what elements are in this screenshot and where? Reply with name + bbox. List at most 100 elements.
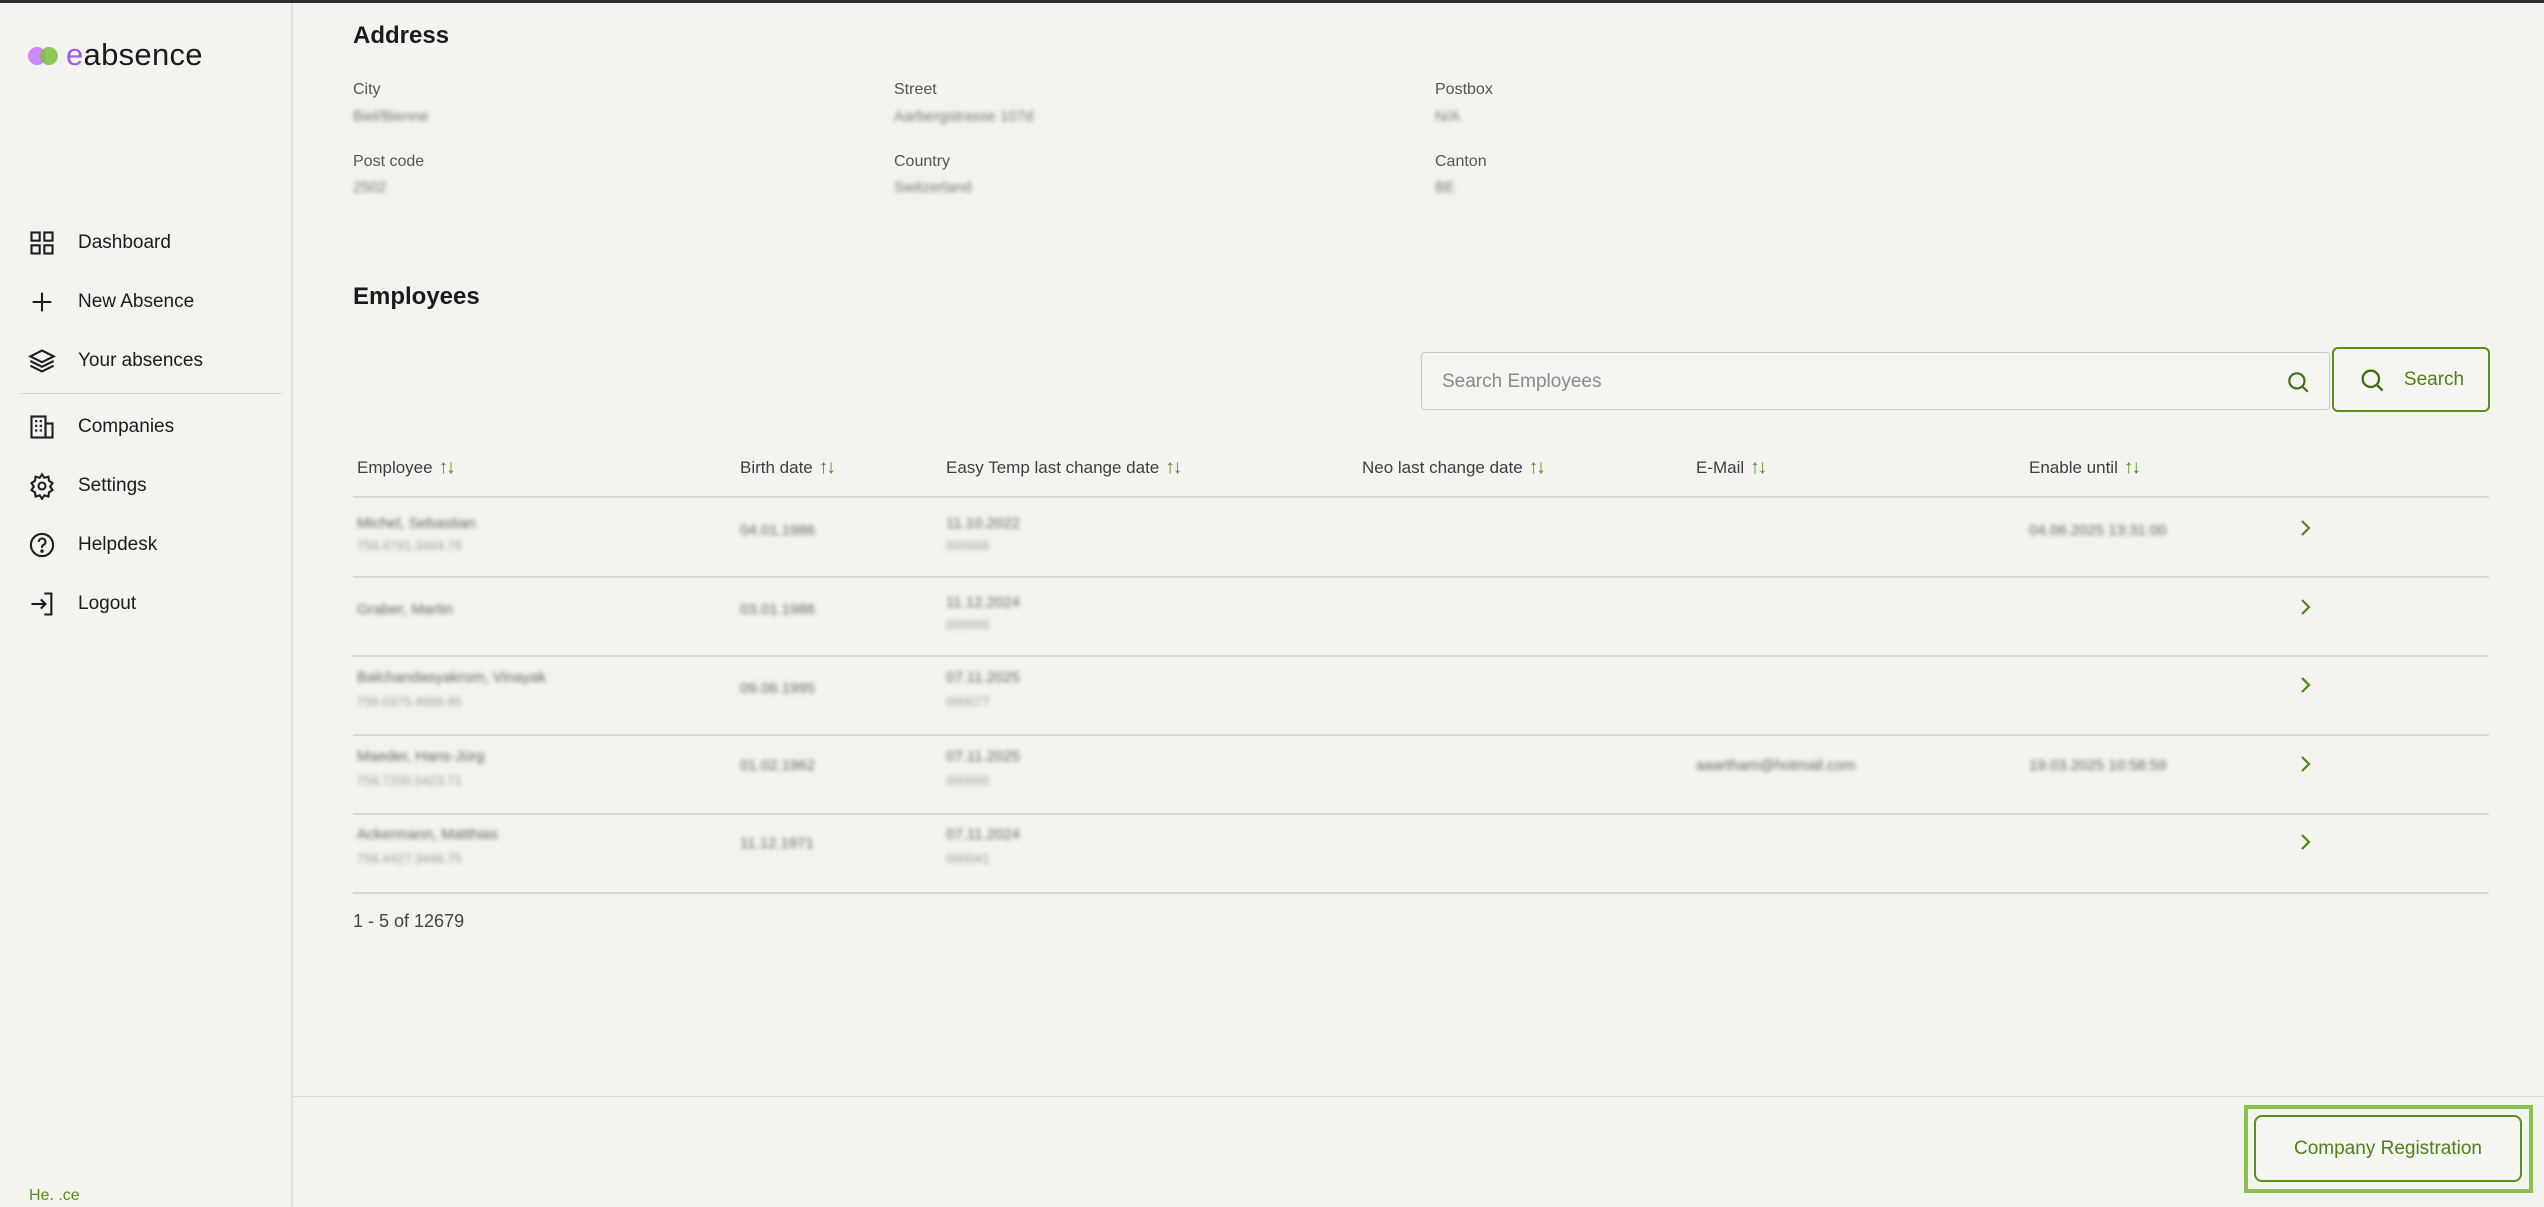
chevron-right-icon[interactable] <box>2293 673 2317 697</box>
city-value: Biel/Bienne <box>353 108 429 125</box>
sidebar-item-label: Your absences <box>78 349 204 371</box>
pagination-summary: 1 - 5 of 12679 <box>353 911 465 931</box>
employee-name: Maeder, Hans-Jürg <box>357 748 485 765</box>
city-label: City <box>353 81 381 98</box>
sidebar: eabsence Dashboard New Absence Your abse… <box>0 3 293 1207</box>
street-label: Street <box>894 81 937 98</box>
easytemp-date: 07.11.2025 <box>946 669 1020 686</box>
footer-divider <box>293 1096 2544 1097</box>
employee-ssn: 756.7200.0423.71 <box>357 773 462 788</box>
employee-name: Michel, Sebastian <box>357 515 476 532</box>
search-button-label: Search <box>2403 368 2465 390</box>
search-icon[interactable] <box>2285 369 2311 395</box>
easytemp-date: 07.11.2024 <box>946 826 1020 843</box>
sidebar-item-label: Settings <box>78 474 147 496</box>
birth-date: 09.06.1995 <box>740 680 816 697</box>
sort-arrows-icon[interactable]: ↑↓ <box>439 457 456 479</box>
sort-arrows-icon[interactable]: ↑↓ <box>1529 457 1546 479</box>
help-circle-icon <box>29 532 55 557</box>
sidebar-item-label: Logout <box>78 592 137 614</box>
building-icon <box>30 414 54 439</box>
sort-arrows-icon[interactable]: ↑↓ <box>1750 457 1767 479</box>
search-button[interactable]: Search <box>2332 347 2490 412</box>
column-header-birth-date[interactable]: Birth date ↑↓ <box>740 457 836 479</box>
logout-icon <box>31 591 53 616</box>
chevron-right-icon[interactable] <box>2293 595 2317 619</box>
sort-arrows-icon[interactable]: ↑↓ <box>2124 457 2141 479</box>
easytemp-id: 000041 <box>946 851 990 866</box>
employee-name: Balchandasyakrom, Vinayak <box>357 669 546 686</box>
easytemp-id: 000000 <box>946 538 990 553</box>
logo-mark-icon <box>28 44 60 66</box>
sidebar-divider <box>20 393 283 394</box>
column-header-employee[interactable]: Employee ↑↓ <box>357 457 456 479</box>
column-header-neo-date[interactable]: Neo last change date ↑↓ <box>1362 457 1546 479</box>
table-row[interactable]: Ackermann, Matthias 756.4427.3446.75 11.… <box>353 814 2489 894</box>
table-row[interactable]: Balchandasyakrom, Vinayak 756.0375.4666.… <box>353 656 2489 736</box>
easytemp-date: 11.12.2024 <box>946 594 1020 611</box>
main-content: Address City Biel/Bienne Street Aarbergs… <box>293 3 2544 1207</box>
search-icon <box>2361 369 2384 391</box>
sort-arrows-icon[interactable]: ↑↓ <box>819 457 836 479</box>
employee-email: aaartham@hotmail.com <box>1696 757 1856 774</box>
sidebar-item-label: Dashboard <box>78 231 171 253</box>
sidebar-item-helpdesk[interactable]: Helpdesk <box>0 515 293 574</box>
country-label: Country <box>894 153 951 170</box>
plus-icon <box>32 292 52 311</box>
postcode-value: 2502 <box>353 179 387 196</box>
canton-value: BE <box>1435 179 1456 196</box>
birth-date: 01.02.1962 <box>740 757 816 774</box>
layers-icon <box>28 348 56 373</box>
sidebar-item-label: New Absence <box>78 290 195 312</box>
sidebar-item-label: Companies <box>78 415 175 437</box>
column-header-enable-until[interactable]: Enable until ↑↓ <box>2029 457 2141 479</box>
employee-search-field <box>1421 352 2330 411</box>
employees-section-title: Employees <box>353 283 480 310</box>
canton-label: Canton <box>1435 153 1487 170</box>
table-row[interactable]: Michel, Sebastian 756.4791.3444.79 04.01… <box>353 498 2489 578</box>
sidebar-item-your-absences[interactable]: Your absences <box>0 331 293 390</box>
company-registration-button[interactable]: Company Registration <box>2254 1115 2522 1182</box>
street-value: Aarbergstrasse 107d <box>894 108 1034 125</box>
sidebar-item-logout[interactable]: Logout <box>0 574 293 633</box>
employee-ssn: 756.4427.3446.75 <box>357 851 462 866</box>
dashboard-grid-icon <box>30 230 54 255</box>
employee-name: Ackermann, Matthias <box>357 826 498 843</box>
table-row[interactable]: Graber, Martin 03.01.1986 11.12.2024 000… <box>353 577 2489 657</box>
logo-text: eabsence <box>66 37 203 72</box>
app-logo[interactable]: eabsence <box>28 37 203 73</box>
sidebar-footer-link[interactable]: He. .ce <box>29 1187 80 1205</box>
birth-date: 03.01.1986 <box>740 601 816 618</box>
sort-arrows-icon[interactable]: ↑↓ <box>1165 457 1182 479</box>
address-section-title: Address <box>353 22 450 49</box>
employee-ssn: 756.0375.4666.95 <box>357 694 462 709</box>
employee-name: Graber, Martin <box>357 601 453 618</box>
employee-search-input[interactable] <box>1440 353 2284 411</box>
sidebar-item-companies[interactable]: Companies <box>0 397 293 456</box>
column-header-easytemp-date[interactable]: Easy Temp last change date ↑↓ <box>946 457 1182 479</box>
easytemp-id: 000000 <box>946 773 990 788</box>
sidebar-item-label: Helpdesk <box>78 533 158 555</box>
sidebar-item-settings[interactable]: Settings <box>0 456 293 515</box>
postbox-label: Postbox <box>1435 81 1493 98</box>
employee-ssn: 756.4791.3444.79 <box>357 538 462 553</box>
sidebar-item-dashboard[interactable]: Dashboard <box>0 213 293 272</box>
easytemp-date: 07.11.2025 <box>946 748 1020 765</box>
country-value: Switzerland <box>894 179 972 196</box>
table-row[interactable]: Maeder, Hans-Jürg 756.7200.0423.71 01.02… <box>353 735 2489 815</box>
chevron-right-icon[interactable] <box>2293 830 2317 854</box>
column-header-email[interactable]: E-Mail ↑↓ <box>1696 457 1767 479</box>
sidebar-item-new-absence[interactable]: New Absence <box>0 272 293 331</box>
gear-icon <box>30 471 54 500</box>
easytemp-id: 000077 <box>946 694 990 709</box>
postbox-value: N/A <box>1435 108 1461 125</box>
enable-until: 04.06.2025 13:31:00 <box>2029 522 2167 539</box>
postcode-label: Post code <box>353 153 425 170</box>
sidebar-nav: Dashboard New Absence Your absences Comp… <box>0 213 293 633</box>
chevron-right-icon[interactable] <box>2293 752 2317 776</box>
enable-until: 19.03.2025 10:58:59 <box>2029 757 2167 774</box>
birth-date: 11.12.1971 <box>740 835 814 852</box>
chevron-right-icon[interactable] <box>2293 516 2317 540</box>
birth-date: 04.01.1986 <box>740 522 816 539</box>
easytemp-date: 11.10.2022 <box>946 515 1020 532</box>
